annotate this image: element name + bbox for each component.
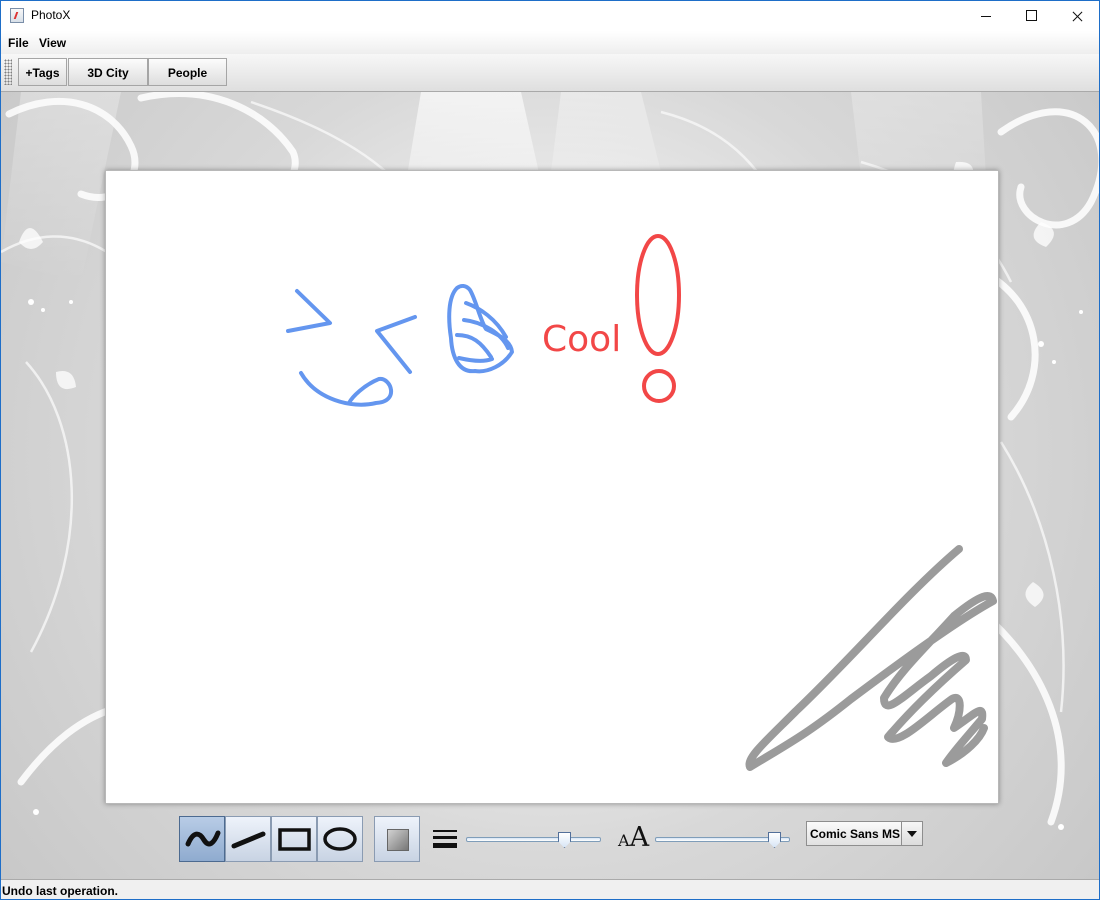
blue-smiley-mouth — [299, 371, 393, 407]
font-size-icon: AA — [618, 822, 650, 853]
menu-file[interactable]: File — [8, 36, 29, 50]
canvas-area: Cool AA Comic Sans MS — [1, 92, 1099, 879]
close-button[interactable] — [1054, 1, 1099, 31]
red-exclamation-bar — [635, 234, 681, 356]
rectangle-tool-button[interactable] — [271, 816, 317, 862]
photox-window: PhotoX File View +Tags 3D City People Co… — [0, 0, 1100, 900]
3d-city-button[interactable]: 3D City — [68, 58, 148, 86]
title-bar: PhotoX — [1, 1, 1099, 31]
ellipse-tool-button[interactable] — [317, 816, 363, 862]
window-title: PhotoX — [31, 8, 71, 22]
font-family-select[interactable]: Comic Sans MS — [806, 821, 923, 846]
bottom-drawing-toolbar: AA Comic Sans MS — [176, 814, 936, 864]
menu-view[interactable]: View — [39, 36, 66, 50]
freehand-icon — [185, 830, 221, 847]
photo-canvas[interactable]: Cool — [105, 170, 999, 804]
stroke-width-slider[interactable] — [466, 832, 601, 848]
chevron-down-icon[interactable] — [901, 822, 922, 845]
stroke-width-slider-thumb[interactable] — [558, 832, 571, 848]
font-size-slider[interactable] — [655, 832, 790, 848]
toolbar-grip[interactable] — [4, 59, 12, 85]
freehand-tool-button[interactable] — [179, 816, 225, 862]
stroke-width-icon — [433, 830, 457, 848]
line-tool-button[interactable] — [225, 816, 271, 862]
rectangle-icon — [278, 828, 311, 851]
gray-scribble — [745, 545, 997, 771]
minimize-button[interactable] — [963, 1, 1009, 31]
blue-smiley-right-eye — [375, 315, 417, 374]
drawn-annotations — [286, 234, 997, 771]
blue-smiley-left-eye — [286, 289, 332, 333]
people-button[interactable]: People — [148, 58, 227, 86]
java-app-icon — [10, 8, 24, 23]
ellipse-icon — [323, 827, 357, 851]
top-toolbar: +Tags 3D City People — [1, 54, 1099, 92]
status-bar: Undo last operation. — [1, 879, 1099, 899]
fill-color-swatch-icon — [387, 829, 409, 851]
font-family-value: Comic Sans MS — [810, 827, 901, 841]
red-exclamation-dot — [642, 369, 676, 403]
fill-color-button[interactable] — [374, 816, 420, 862]
blue-thumbs-up — [447, 283, 514, 374]
maximize-button[interactable] — [1009, 1, 1055, 31]
font-size-slider-thumb[interactable] — [768, 832, 781, 848]
cool-text-annotation: Cool — [542, 319, 622, 360]
line-icon — [231, 831, 266, 849]
status-message: Undo last operation. — [2, 884, 119, 898]
menu-bar: File View — [1, 31, 1099, 54]
tags-button[interactable]: +Tags — [18, 58, 67, 86]
